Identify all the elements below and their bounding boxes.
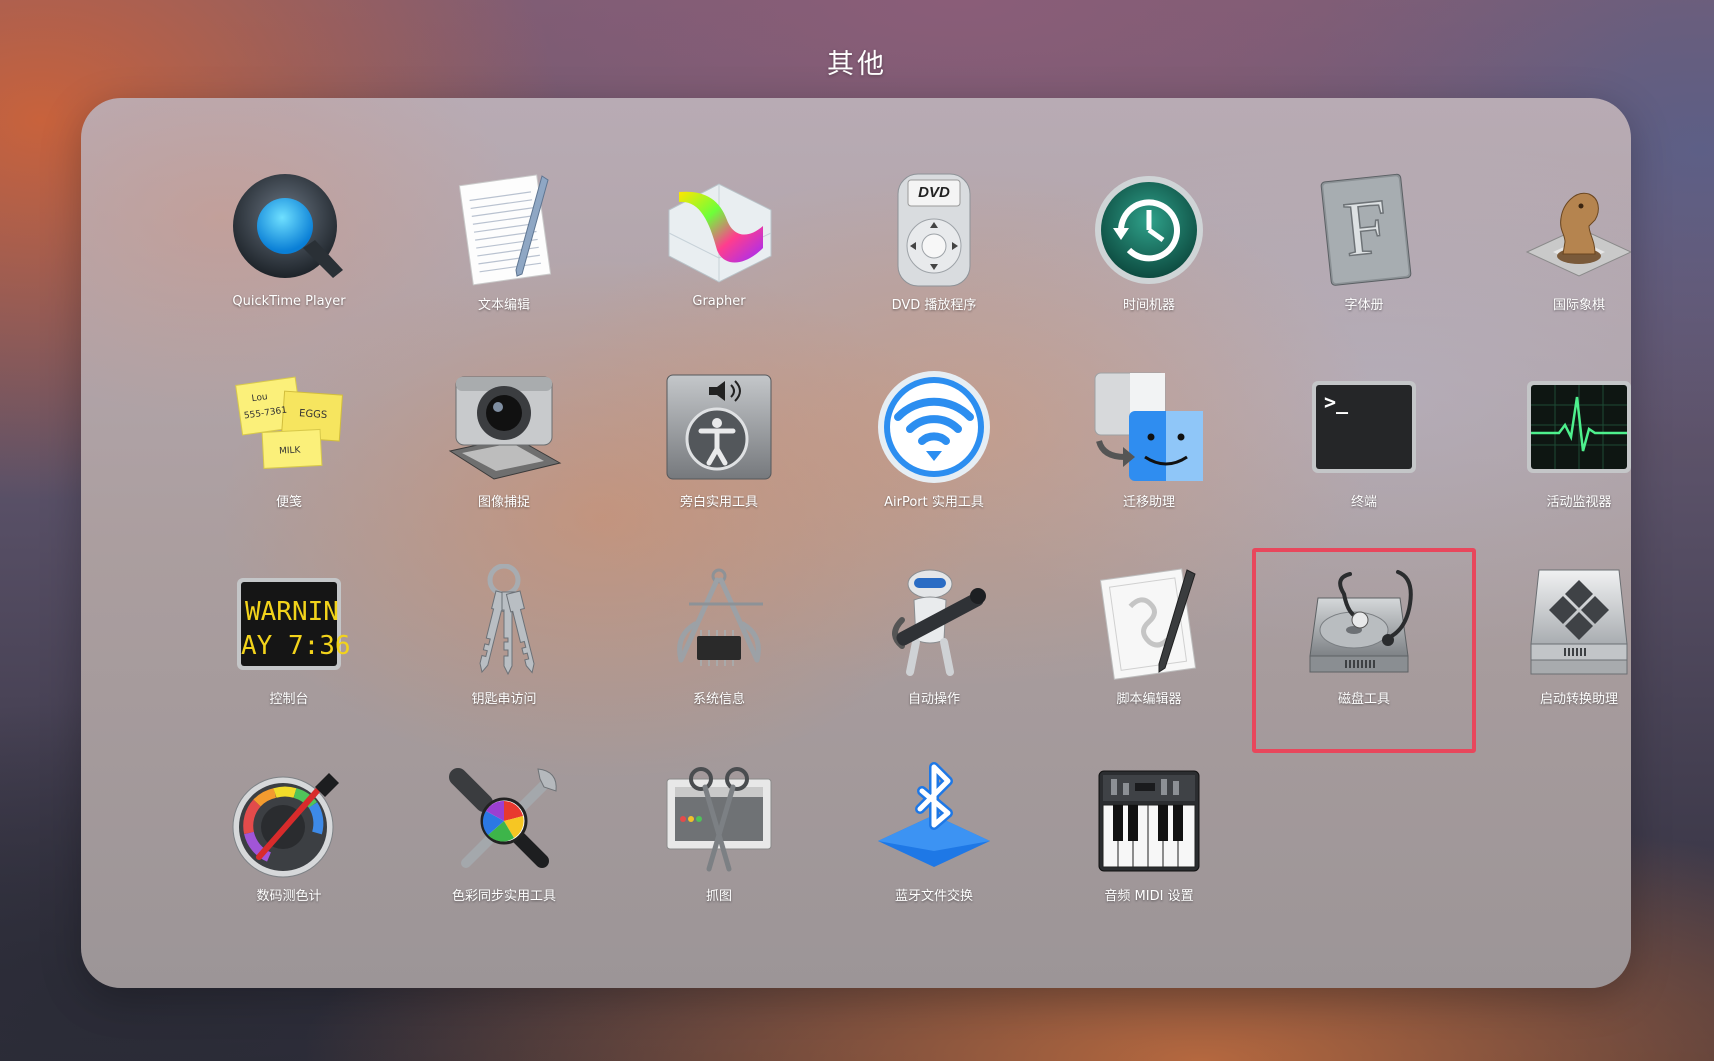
app-label: 脚本编辑器 bbox=[1116, 692, 1182, 707]
app-label: 时间机器 bbox=[1122, 298, 1175, 313]
app-label: 国际象棋 bbox=[1552, 298, 1605, 313]
system-information-icon bbox=[659, 564, 779, 684]
keychain-access-icon bbox=[444, 564, 564, 684]
script-editor-icon bbox=[1089, 564, 1209, 684]
dvd-player-icon: DVD bbox=[874, 170, 994, 290]
colorsync-utility-icon bbox=[444, 761, 564, 881]
console-text-line-2: AY 7:36 bbox=[241, 631, 349, 661]
app-label: 系统信息 bbox=[692, 692, 745, 707]
app-label: 抓图 bbox=[705, 889, 732, 904]
app-disk-utility[interactable]: 磁盘工具 bbox=[1252, 548, 1476, 753]
chess-icon bbox=[1519, 170, 1631, 290]
console-icon: WARNIN AY 7:36 bbox=[229, 564, 349, 684]
app-font-book[interactable]: F 字体册 bbox=[1256, 158, 1472, 355]
app-activity-monitor[interactable]: 活动监视器 bbox=[1471, 355, 1631, 552]
image-capture-icon bbox=[444, 367, 564, 487]
audio-midi-setup-icon bbox=[1089, 761, 1209, 881]
time-machine-icon bbox=[1089, 170, 1209, 290]
disk-utility-icon bbox=[1304, 564, 1424, 684]
app-console[interactable]: WARNIN AY 7:36 控制台 bbox=[181, 552, 397, 749]
grapher-icon bbox=[659, 170, 779, 290]
app-textedit[interactable]: 文本编辑 bbox=[396, 158, 612, 355]
app-airport-utility[interactable]: AirPort 实用工具 bbox=[826, 355, 1042, 552]
voiceover-utility-icon bbox=[659, 367, 779, 487]
app-audio-midi-setup[interactable]: 音频 MIDI 设置 bbox=[1041, 749, 1257, 946]
app-colorsync-utility[interactable]: 色彩同步实用工具 bbox=[396, 749, 612, 946]
app-label: 色彩同步实用工具 bbox=[451, 889, 556, 904]
activity-monitor-icon bbox=[1519, 367, 1631, 487]
svg-text:F: F bbox=[1340, 182, 1392, 273]
boot-camp-assistant-icon bbox=[1519, 564, 1631, 684]
launchpad-folder: QuickTime Player 文本编辑 Grapher DVD DVD 播放… bbox=[81, 98, 1631, 988]
app-grab[interactable]: 抓图 bbox=[611, 749, 827, 946]
app-label: 自动操作 bbox=[907, 692, 960, 707]
app-terminal[interactable]: >_ 终端 bbox=[1256, 355, 1472, 552]
grab-icon bbox=[659, 761, 779, 881]
quicktime-icon bbox=[229, 170, 349, 290]
app-label: DVD 播放程序 bbox=[891, 298, 977, 313]
automator-icon bbox=[874, 564, 994, 684]
app-label: 旁白实用工具 bbox=[679, 495, 758, 510]
app-label: 启动转换助理 bbox=[1539, 692, 1618, 707]
app-label: Grapher bbox=[692, 294, 746, 309]
font-book-icon: F bbox=[1304, 170, 1424, 290]
stickies-icon: Lou 555-7361 EGGS MILK bbox=[229, 367, 349, 487]
migration-assistant-icon bbox=[1089, 367, 1209, 487]
folder-title: 其他 bbox=[827, 49, 887, 80]
app-label: 图像捕捉 bbox=[477, 495, 530, 510]
app-label: 蓝牙文件交换 bbox=[894, 889, 973, 904]
svg-text:>_: >_ bbox=[1324, 390, 1349, 414]
app-script-editor[interactable]: 脚本编辑器 bbox=[1041, 552, 1257, 749]
app-keychain-access[interactable]: 钥匙串访问 bbox=[396, 552, 612, 749]
app-label: 便笺 bbox=[275, 495, 302, 510]
app-digital-color-meter[interactable]: 数码测色计 bbox=[181, 749, 397, 946]
app-bluetooth-file-exchange[interactable]: 蓝牙文件交换 bbox=[826, 749, 1042, 946]
app-label: 钥匙串访问 bbox=[471, 692, 537, 707]
app-voiceover-utility[interactable]: 旁白实用工具 bbox=[611, 355, 827, 552]
digital-color-meter-icon bbox=[229, 761, 349, 881]
app-automator[interactable]: 自动操作 bbox=[826, 552, 1042, 749]
app-image-capture[interactable]: 图像捕捉 bbox=[396, 355, 612, 552]
console-text-line-1: WARNIN bbox=[245, 597, 339, 627]
app-label: 数码测色计 bbox=[256, 889, 322, 904]
app-label: 文本编辑 bbox=[477, 298, 530, 313]
app-dvd-player[interactable]: DVD DVD 播放程序 bbox=[826, 158, 1042, 355]
app-chess[interactable]: 国际象棋 bbox=[1471, 158, 1631, 355]
app-label: 控制台 bbox=[269, 692, 309, 707]
svg-text:EGGS: EGGS bbox=[299, 408, 328, 421]
app-label: 音频 MIDI 设置 bbox=[1104, 889, 1194, 904]
app-label: QuickTime Player bbox=[232, 294, 346, 309]
app-migration-assistant[interactable]: 迁移助理 bbox=[1041, 355, 1257, 552]
app-label: 活动监视器 bbox=[1546, 495, 1612, 510]
app-label: 字体册 bbox=[1344, 298, 1384, 313]
app-label: AirPort 实用工具 bbox=[884, 495, 984, 510]
svg-text:DVD: DVD bbox=[918, 184, 950, 201]
app-label: 迁移助理 bbox=[1122, 495, 1175, 510]
svg-text:MILK: MILK bbox=[279, 445, 302, 456]
terminal-icon: >_ bbox=[1304, 367, 1424, 487]
app-quicktime-player[interactable]: QuickTime Player bbox=[181, 158, 397, 355]
app-label: 磁盘工具 bbox=[1337, 692, 1390, 707]
app-time-machine[interactable]: 时间机器 bbox=[1041, 158, 1257, 355]
textedit-icon bbox=[444, 170, 564, 290]
app-boot-camp-assistant[interactable]: 启动转换助理 bbox=[1471, 552, 1631, 749]
bluetooth-file-exchange-icon bbox=[874, 761, 994, 881]
app-system-information[interactable]: 系统信息 bbox=[611, 552, 827, 749]
airport-utility-icon bbox=[874, 367, 994, 487]
app-stickies[interactable]: Lou 555-7361 EGGS MILK 便笺 bbox=[181, 355, 397, 552]
app-label: 终端 bbox=[1350, 495, 1377, 510]
app-grapher[interactable]: Grapher bbox=[611, 158, 827, 355]
